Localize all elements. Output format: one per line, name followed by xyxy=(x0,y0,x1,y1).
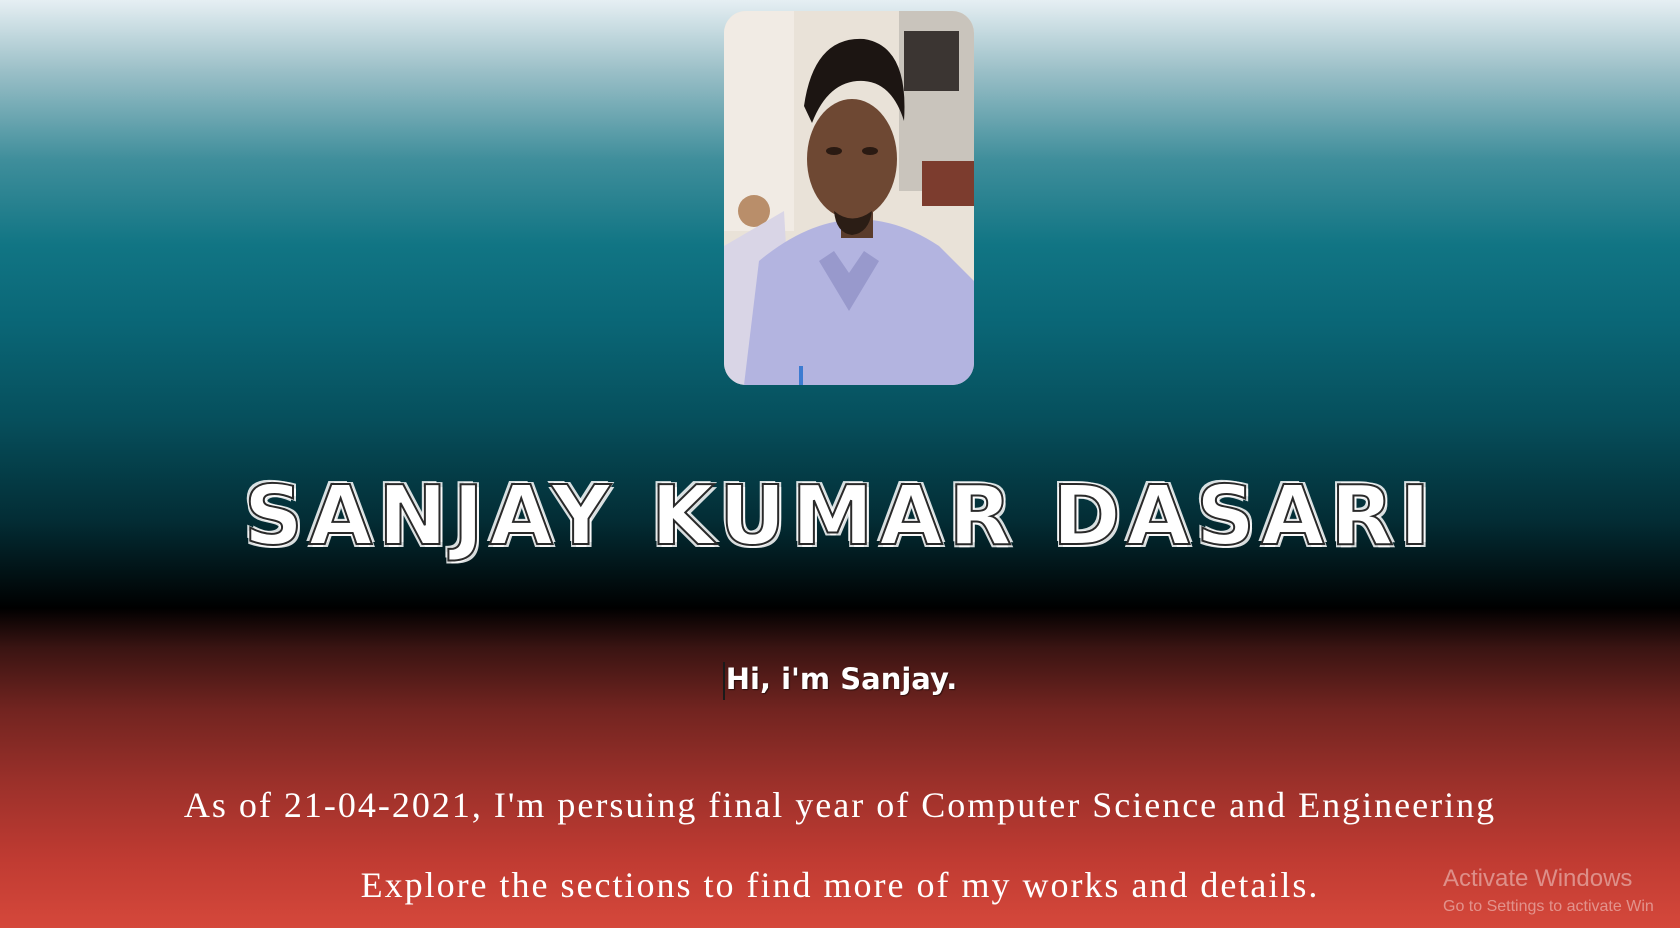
intro-line-explore: Explore the sections to find more of my … xyxy=(360,865,1320,905)
watermark-subtitle: Go to Settings to activate Win xyxy=(1443,898,1654,915)
profile-photo xyxy=(724,11,974,385)
intro-line-study: As of 21-04-2021, I'm persuing final yea… xyxy=(183,785,1497,825)
activate-windows-watermark: Activate Windows Go to Settings to activ… xyxy=(1443,864,1654,918)
greeting-text: Hi, i'm Sanjay. xyxy=(0,658,1680,700)
typing-cursor xyxy=(722,662,725,700)
hero-name: SANJAY KUMAR DASARI xyxy=(243,468,1437,565)
greeting-label: Hi, i'm Sanjay. xyxy=(725,662,958,696)
watermark-title: Activate Windows xyxy=(1443,865,1633,892)
